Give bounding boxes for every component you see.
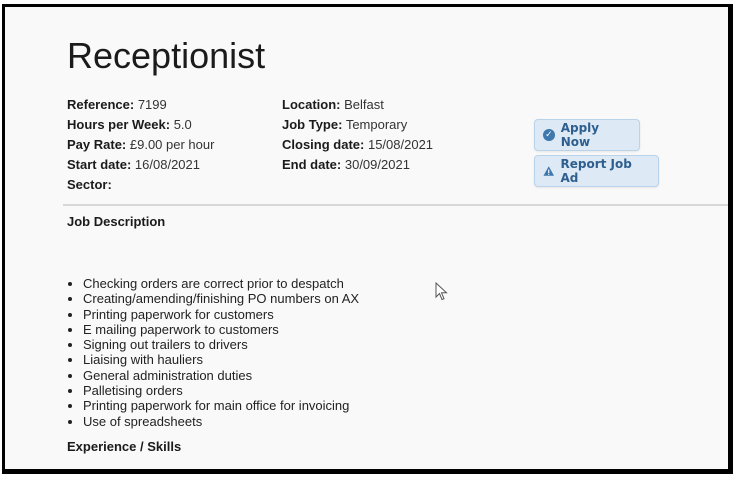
closing-date-label: Closing date: (282, 137, 365, 152)
reference-row: Reference: 7199 (67, 95, 214, 115)
start-label: Start date: (67, 157, 132, 172)
pay-value: £9.00 per hour (129, 137, 215, 152)
apply-now-button[interactable]: ✓ Apply Now (534, 119, 640, 151)
end-date-label: End date: (282, 157, 342, 172)
mouse-cursor-icon (435, 282, 448, 301)
duties-list: Checking orders are correct prior to des… (67, 276, 359, 429)
closing-date-value: 15/08/2021 (367, 137, 434, 152)
list-item: Checking orders are correct prior to des… (83, 276, 359, 291)
job-type-row: Job Type: Temporary (282, 115, 433, 135)
start-row: Start date: 16/08/2021 (67, 155, 214, 175)
list-item: Printing paperwork for main office for i… (83, 398, 359, 413)
job-description-heading: Job Description (67, 214, 166, 229)
list-item: Creating/amending/finishing PO numbers o… (83, 291, 359, 306)
report-job-ad-label: Report Job Ad (560, 157, 632, 185)
location-label: Location: (282, 97, 341, 112)
sector-label: Sector: (67, 177, 112, 192)
location-value: Belfast (344, 97, 384, 112)
location-row: Location: Belfast (282, 95, 433, 115)
page-title: Receptionist (67, 35, 266, 76)
pay-label: Pay Rate: (67, 137, 127, 152)
reference-label: Reference: (67, 97, 135, 112)
section-divider (63, 204, 728, 206)
reference-value: 7199 (137, 97, 167, 112)
list-item: Palletising orders (83, 383, 359, 398)
report-job-ad-button[interactable]: Report Job Ad (534, 155, 659, 187)
list-item: Use of spreadsheets (83, 414, 359, 429)
list-item: E mailing paperwork to customers (83, 322, 359, 337)
end-date-value: 30/09/2021 (344, 157, 410, 172)
closing-date-row: Closing date: 15/08/2021 (282, 135, 433, 155)
list-item: Printing paperwork for customers (83, 307, 359, 322)
warning-icon (543, 166, 555, 176)
pay-row: Pay Rate: £9.00 per hour (67, 135, 214, 155)
experience-skills-heading: Experience / Skills (67, 439, 182, 454)
start-value: 16/08/2021 (134, 157, 200, 172)
apply-now-label: Apply Now (560, 121, 600, 149)
list-item: Signing out trailers to drivers (83, 337, 359, 352)
job-type-label: Job Type: (282, 117, 343, 132)
job-type-value: Temporary (345, 117, 408, 132)
end-date-row: End date: 30/09/2021 (282, 155, 433, 175)
list-item: Liaising with hauliers (83, 352, 359, 367)
list-item: General administration duties (83, 368, 359, 383)
hours-label: Hours per Week: (67, 117, 171, 132)
job-details-right: Location: Belfast Job Type: Temporary Cl… (282, 95, 433, 175)
hours-value: 5.0 (173, 117, 192, 132)
job-details-left: Reference: 7199 Hours per Week: 5.0 Pay … (67, 95, 214, 195)
check-circle-icon: ✓ (543, 129, 555, 141)
sector-row: Sector: (67, 175, 214, 195)
job-ad-panel: Receptionist Reference: 7199 Hours per W… (2, 4, 733, 474)
hours-row: Hours per Week: 5.0 (67, 115, 214, 135)
